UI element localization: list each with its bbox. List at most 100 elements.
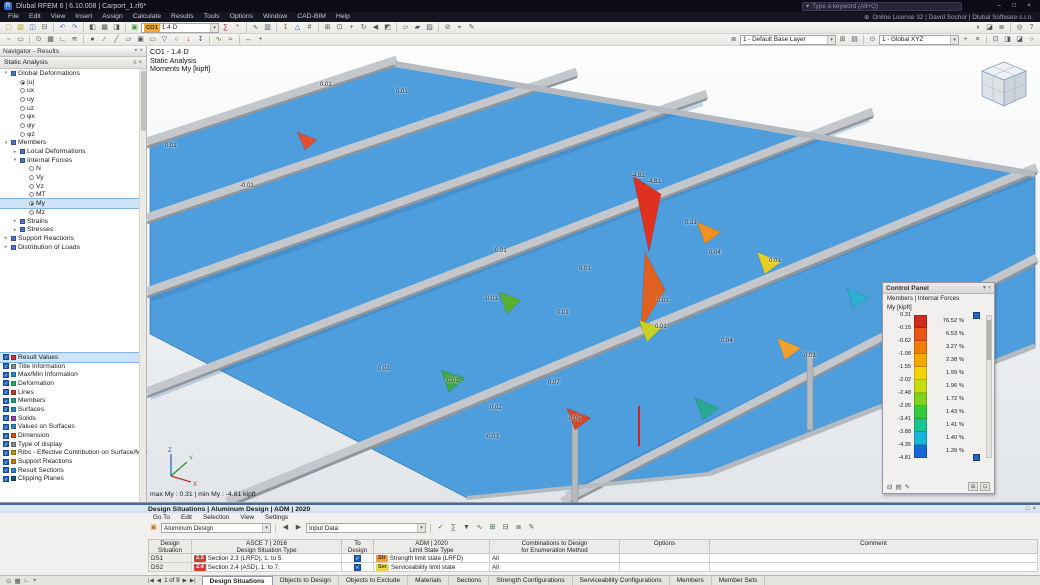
tree-item-strains[interactable]: ▸Strains (0, 217, 139, 226)
chevron-down-icon[interactable]: ▾ (827, 36, 835, 44)
expander-icon[interactable]: ▸ (3, 244, 9, 250)
radio-my[interactable] (29, 201, 34, 206)
checkbox-icon[interactable]: ✓ (3, 354, 9, 360)
previous-table-icon[interactable]: ◀ (280, 523, 291, 533)
menu-view[interactable]: View (46, 12, 71, 22)
tree-item-uz[interactable]: uz (0, 104, 139, 113)
new-node-support-icon[interactable]: ▽ (159, 35, 170, 45)
open-model-icon[interactable]: ▧ (15, 23, 26, 33)
checkbox-icon[interactable]: ✓ (3, 450, 9, 456)
scale-min-marker[interactable] (973, 454, 980, 461)
layers-icon[interactable]: ≣ (728, 35, 739, 45)
table-row[interactable]: DS22.4Section 2.4 (ASD), 1. to 7.✓SerSer… (148, 563, 1038, 572)
clipping-box-icon[interactable]: ⊘ (442, 23, 453, 33)
calculate-all-icon[interactable]: ∑ (220, 23, 231, 33)
visual-objects-icon[interactable]: ◪ (984, 23, 995, 33)
menu-options[interactable]: Options (225, 12, 258, 22)
option-support-reactions[interactable]: ✓Support Reactions (0, 457, 139, 466)
new-model-icon[interactable]: ▢ (3, 23, 14, 33)
control-panel-titlebar[interactable]: Control Panel ▾ × (883, 283, 994, 294)
new-load-icon[interactable]: ↓ (183, 35, 194, 45)
views-icon[interactable]: ⊙ (867, 35, 878, 45)
checkbox-icon[interactable]: ✓ (3, 380, 9, 386)
panel-menu-icon[interactable]: ▾ (983, 285, 986, 291)
expander-icon[interactable]: ▸ (3, 235, 9, 241)
previous-page-icon[interactable]: ◀ (157, 578, 161, 584)
close-icon[interactable]: × (138, 60, 142, 66)
light-settings-icon[interactable]: ○ (1026, 35, 1037, 45)
tree-item-support-reactions[interactable]: ▸Support Reactions (0, 234, 139, 243)
next-page-icon[interactable]: ▶ (183, 578, 187, 584)
menu-edit[interactable]: Edit (24, 12, 46, 22)
chevron-down-icon[interactable]: ▾ (210, 24, 218, 32)
radio-vz[interactable] (29, 184, 34, 189)
checkbox-icon[interactable]: ✓ (3, 363, 9, 369)
checkbox-icon[interactable]: ✓ (3, 372, 9, 378)
option-max-min-information[interactable]: ✓Max/Min Information (0, 370, 139, 379)
new-opening-icon[interactable]: ▭ (147, 35, 158, 45)
grid-icon[interactable]: ▦ (14, 577, 20, 585)
print-table-icon[interactable]: ⊟ (500, 523, 511, 533)
tab-materials[interactable]: Materials (408, 576, 449, 585)
result-tables-icon[interactable]: ▥ (262, 23, 273, 33)
checkbox-icon[interactable]: ✓ (354, 555, 361, 562)
option-dimension[interactable]: ✓Dimension (0, 431, 139, 440)
new-surface-icon[interactable]: ▱ (123, 35, 134, 45)
new-load-case-icon[interactable]: ↧ (195, 35, 206, 45)
checkbox-icon[interactable]: ✓ (3, 415, 9, 421)
radio-uy[interactable] (20, 97, 25, 102)
tree-item-stresses[interactable]: ▸Stresses (0, 225, 139, 234)
show-results-icon[interactable]: ∿ (250, 23, 261, 33)
zoom-all-icon[interactable]: ⊡ (334, 23, 345, 33)
symbols-icon[interactable]: + (255, 35, 266, 45)
radio-vy[interactable] (29, 175, 34, 180)
option-result-values[interactable]: ✓Result Values (0, 353, 139, 362)
new-member-icon[interactable]: ╱ (111, 35, 122, 45)
keyword-search-input[interactable]: ▾ Type a keyword (Alt+Q) (802, 2, 962, 11)
table-settings-icon[interactable]: ≣ (513, 523, 524, 533)
column[interactable] (807, 354, 813, 430)
checkbox-icon[interactable]: ✓ (3, 476, 9, 482)
annotation-icon[interactable]: ✎ (466, 23, 477, 33)
find-object-icon[interactable]: ◎ (1014, 23, 1025, 33)
tab-members[interactable]: Members (670, 576, 712, 585)
design-module-icon[interactable]: ▣ (148, 523, 159, 533)
calculation-settings-icon[interactable]: * (232, 23, 243, 33)
select-rectangle-icon[interactable]: ▭ (15, 35, 26, 45)
close-icon[interactable]: × (139, 48, 143, 55)
previous-view-icon[interactable]: ◀ (370, 23, 381, 33)
new-node-icon[interactable]: ● (87, 35, 98, 45)
new-solid-icon[interactable]: ▣ (135, 35, 146, 45)
menu-help[interactable]: Help (331, 12, 355, 22)
tree-item-n[interactable]: N (0, 165, 139, 174)
control-panel-toggle-icon[interactable]: ◨ (111, 23, 122, 33)
menu-assign[interactable]: Assign (97, 12, 127, 22)
result-diagrams-icon[interactable]: ∿ (213, 35, 224, 45)
panel-menu-selection[interactable]: Selection (198, 514, 234, 521)
tab-objects-to-design[interactable]: Objects to Design (273, 576, 339, 585)
close-icon[interactable]: × (988, 285, 991, 291)
menu-results[interactable]: Results (166, 12, 199, 22)
display-transparent-icon[interactable]: ▨ (424, 23, 435, 33)
view-select[interactable]: 1 - Global XYZ▾ (879, 35, 959, 45)
view-settings-icon[interactable]: ≡ (972, 35, 983, 45)
object-snap-icon[interactable]: ⌖ (33, 577, 37, 585)
undo-icon[interactable]: ↶ (57, 23, 68, 33)
next-table-icon[interactable]: ▶ (293, 523, 304, 533)
first-page-icon[interactable]: |◀ (148, 578, 154, 584)
checkbox-icon[interactable]: ✓ (3, 406, 9, 412)
load-cases-icon[interactable]: ▣ (129, 23, 140, 33)
full-screen-icon[interactable]: ⊡ (990, 35, 1001, 45)
tree-item-vy[interactable]: Vy (0, 173, 139, 182)
column[interactable] (572, 418, 578, 502)
settings-icon[interactable]: ≡ (133, 60, 137, 66)
new-member-hinge-icon[interactable]: ○ (171, 35, 182, 45)
tree-item-u[interactable]: |u| (0, 78, 139, 87)
tree-item-y[interactable]: φy (0, 121, 139, 130)
tab-serviceability-configurations[interactable]: Serviceability Configurations (573, 576, 670, 585)
ortho-mode-icon[interactable]: ∟ (57, 35, 68, 45)
show-loads-icon[interactable]: ↧ (280, 23, 291, 33)
option-clipping-planes[interactable]: ✓Clipping Planes (0, 475, 139, 484)
maximize-icon[interactable]: □ (1007, 1, 1021, 11)
tab-member-sets[interactable]: Member Sets (712, 576, 766, 585)
